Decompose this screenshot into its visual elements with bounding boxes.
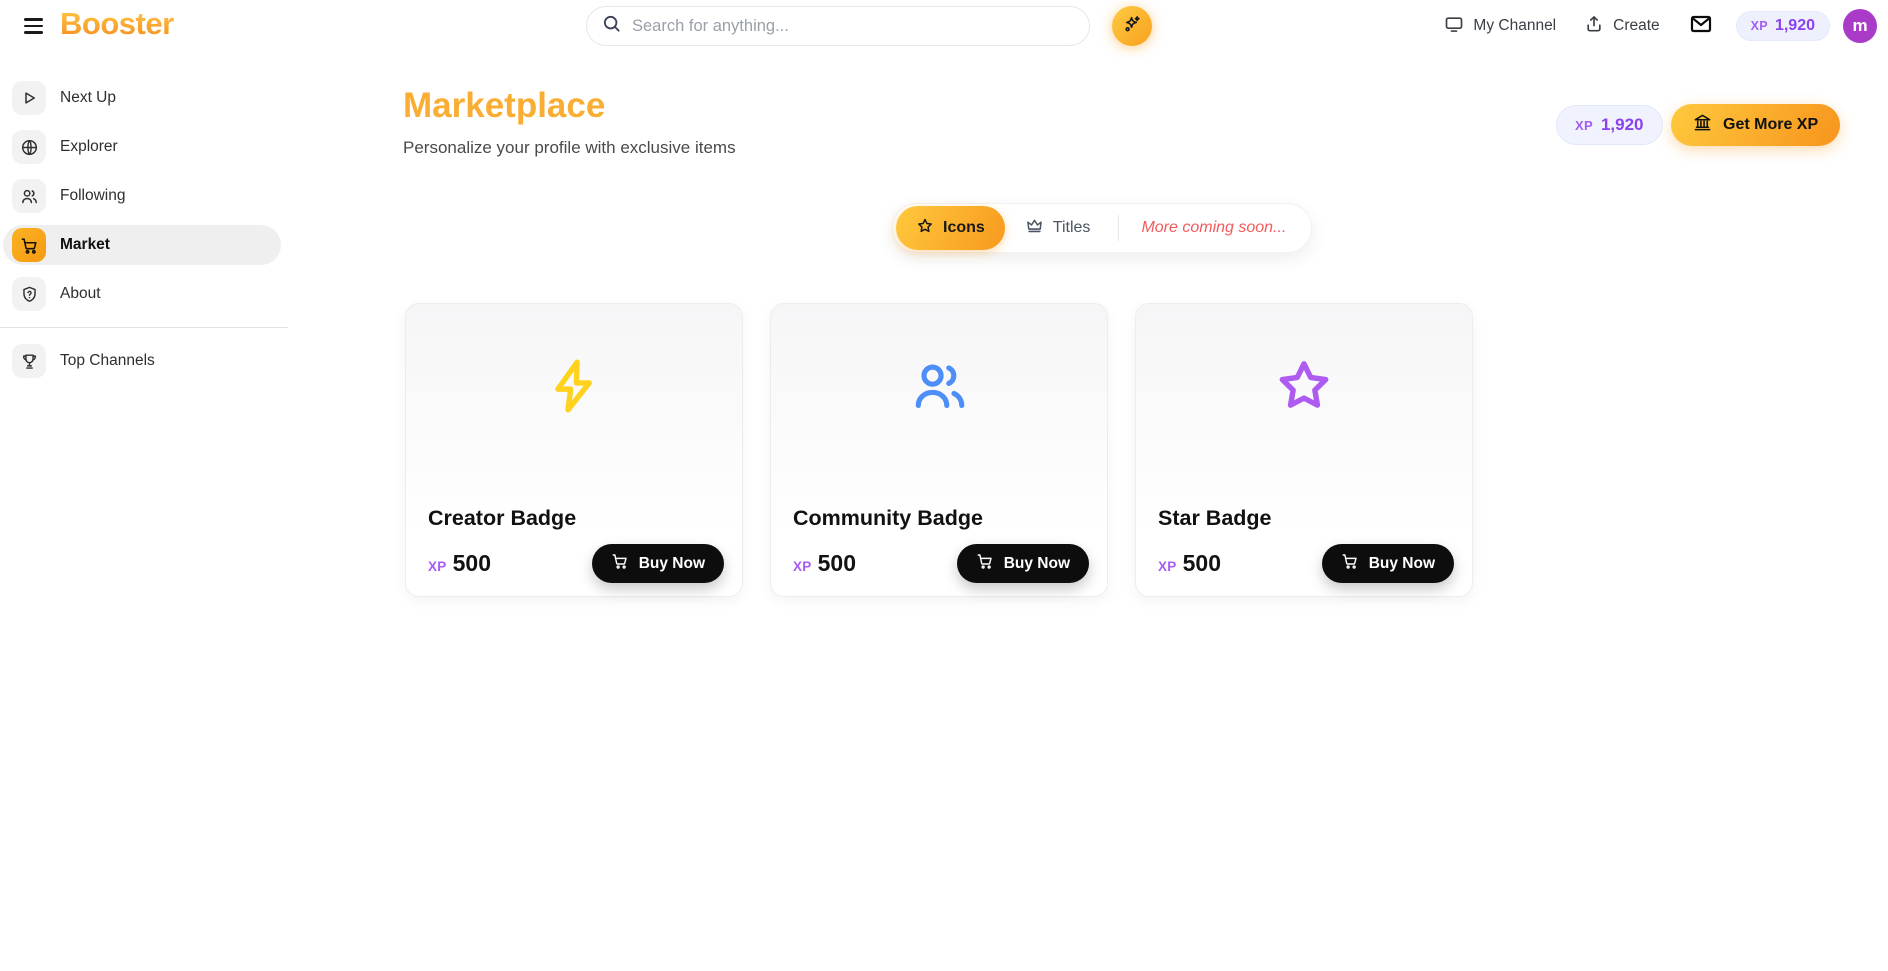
app-logo[interactable]: Booster [60, 6, 174, 42]
card-footer: XP 500 Buy Now [428, 544, 724, 583]
price-value: 500 [1183, 550, 1221, 577]
tab-icons[interactable]: Icons [896, 206, 1005, 250]
sidebar: Next Up Explorer Following Market [0, 52, 290, 971]
xp-label: XP [1751, 19, 1768, 33]
card-creator-badge: Creator Badge XP 500 Buy Now [405, 303, 743, 597]
card-price: XP 500 [793, 550, 856, 577]
card-footer: XP 500 Buy Now [1158, 544, 1454, 583]
sidebar-item-label: Market [60, 236, 110, 254]
tab-label: Titles [1053, 219, 1091, 237]
card-title: Community Badge [793, 506, 1085, 531]
create-label: Create [1613, 17, 1660, 35]
sidebar-item-next-up[interactable]: Next Up [3, 78, 281, 118]
xp-label: XP [1575, 118, 1593, 133]
sidebar-item-explorer[interactable]: Explorer [3, 127, 281, 167]
cart-icon [1341, 552, 1359, 575]
buy-now-button[interactable]: Buy Now [1322, 544, 1454, 583]
avatar-initial: m [1852, 16, 1867, 36]
bank-icon [1693, 113, 1712, 137]
tab-label: Icons [943, 219, 985, 237]
sparkles-icon [1121, 14, 1143, 39]
search-input[interactable] [632, 17, 1075, 36]
xp-value: 1,920 [1601, 115, 1644, 135]
card-icon-area [1136, 304, 1472, 472]
create-link[interactable]: Create [1584, 14, 1660, 39]
tab-titles[interactable]: Titles [1005, 206, 1111, 250]
card-price: XP 500 [1158, 550, 1221, 577]
mail-icon [1688, 12, 1714, 41]
xp-label: XP [428, 559, 447, 574]
lightning-icon [543, 355, 605, 422]
topbar-xp-badge[interactable]: XP 1,920 [1736, 11, 1830, 41]
xp-label: XP [793, 559, 812, 574]
star-icon [916, 217, 934, 240]
topbar-right-cluster: My Channel Create XP 1,920 m [1444, 0, 1877, 52]
crown-icon [1025, 216, 1044, 240]
buy-now-button[interactable]: Buy Now [957, 544, 1089, 583]
main-xp-badge[interactable]: XP 1,920 [1556, 105, 1663, 145]
coming-soon-text: More coming soon... [1127, 219, 1308, 237]
mail-button[interactable] [1688, 12, 1714, 41]
price-value: 500 [453, 550, 491, 577]
buy-now-label: Buy Now [639, 555, 705, 573]
cart-icon [12, 228, 46, 262]
get-more-xp-button[interactable]: Get More XP [1671, 104, 1840, 146]
sparkle-button[interactable] [1112, 6, 1152, 46]
sidebar-item-top-channels[interactable]: Top Channels [3, 341, 281, 381]
cart-icon [611, 552, 629, 575]
xp-value: 1,920 [1775, 17, 1815, 35]
buy-now-label: Buy Now [1004, 555, 1070, 573]
topbar: Booster My Channel [0, 0, 1888, 52]
card-title: Star Badge [1158, 506, 1450, 531]
star-icon [1273, 355, 1335, 422]
sidebar-item-label: Explorer [60, 138, 118, 156]
sidebar-item-following[interactable]: Following [3, 176, 281, 216]
card-icon-area [406, 304, 742, 472]
my-channel-label: My Channel [1473, 17, 1556, 35]
sidebar-item-label: Top Channels [60, 352, 155, 370]
sidebar-item-about[interactable]: About [3, 274, 281, 314]
play-icon [12, 81, 46, 115]
shield-question-icon [12, 277, 46, 311]
page-title: Marketplace [403, 86, 605, 126]
buy-now-label: Buy Now [1369, 555, 1435, 573]
sidebar-item-label: About [60, 285, 101, 303]
buy-now-button[interactable]: Buy Now [592, 544, 724, 583]
xp-label: XP [1158, 559, 1177, 574]
globe-icon [12, 130, 46, 164]
my-channel-link[interactable]: My Channel [1444, 14, 1556, 39]
card-price: XP 500 [428, 550, 491, 577]
card-title: Creator Badge [428, 506, 720, 531]
get-more-xp-label: Get More XP [1723, 116, 1818, 134]
sidebar-divider [0, 327, 288, 328]
cart-icon [976, 552, 994, 575]
card-star-badge: Star Badge XP 500 Buy Now [1135, 303, 1473, 597]
sidebar-item-market[interactable]: Market [3, 225, 281, 265]
trophy-icon [12, 344, 46, 378]
upload-icon [1584, 14, 1604, 39]
card-icon-area [771, 304, 1107, 472]
sidebar-item-label: Next Up [60, 89, 116, 107]
price-value: 500 [818, 550, 856, 577]
users-icon [12, 179, 46, 213]
marketplace-cards: Creator Badge XP 500 Buy Now [405, 303, 1473, 597]
page-subtitle: Personalize your profile with exclusive … [403, 138, 736, 158]
card-community-badge: Community Badge XP 500 Buy Now [770, 303, 1108, 597]
search-icon [601, 13, 622, 39]
avatar[interactable]: m [1843, 9, 1877, 43]
monitor-icon [1444, 14, 1464, 39]
search-bar[interactable] [586, 6, 1090, 46]
marketplace-tabs: Icons Titles More coming soon... [892, 203, 1312, 253]
users-icon [908, 355, 970, 422]
card-footer: XP 500 Buy Now [793, 544, 1089, 583]
tabs-divider [1118, 215, 1119, 241]
sidebar-item-label: Following [60, 187, 125, 205]
hamburger-menu-icon[interactable] [24, 15, 43, 37]
